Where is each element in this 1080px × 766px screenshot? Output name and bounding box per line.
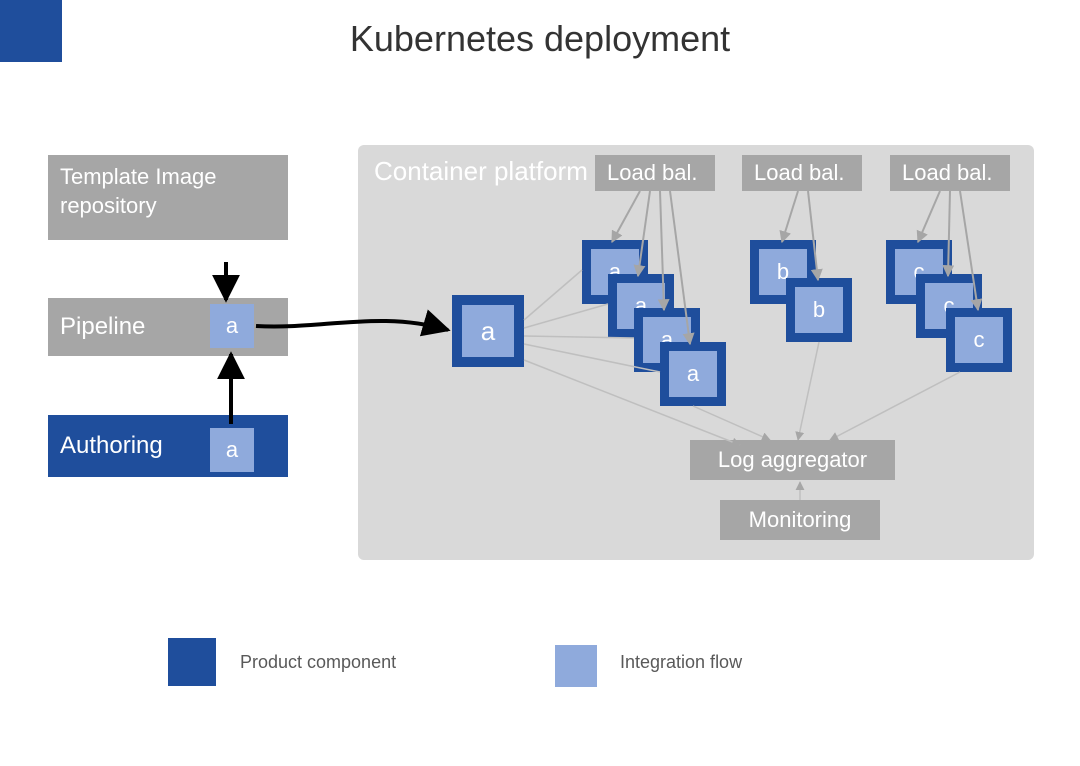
legend-product-swatch [168, 638, 216, 686]
pod-c-3-inner: c [955, 317, 1003, 363]
legend-flow-swatch [555, 645, 597, 687]
authoring-label: Authoring [60, 432, 163, 460]
diagram-title: Kubernetes deployment [0, 18, 1080, 60]
template-image-repository-label: Template Image repository [60, 164, 217, 218]
authoring-flow-label: a [210, 428, 254, 472]
pod-b-2-inner: b [795, 287, 843, 333]
log-aggregator-box: Log aggregator [690, 440, 895, 480]
legend-product-label: Product component [240, 652, 396, 673]
load-balancer-2: Load bal. [742, 155, 862, 191]
pod-a-main-inner: a [462, 305, 514, 357]
load-balancer-3: Load bal. [890, 155, 1010, 191]
pipeline-flow-label: a [210, 304, 254, 348]
container-platform-heading: Container platform [374, 155, 594, 189]
legend-flow-label: Integration flow [620, 652, 742, 673]
monitoring-box: Monitoring [720, 500, 880, 540]
template-image-repository-box: Template Image repository [48, 155, 288, 240]
load-balancer-1: Load bal. [595, 155, 715, 191]
pod-a-4-inner: a [669, 351, 717, 397]
pipeline-label: Pipeline [60, 313, 145, 341]
